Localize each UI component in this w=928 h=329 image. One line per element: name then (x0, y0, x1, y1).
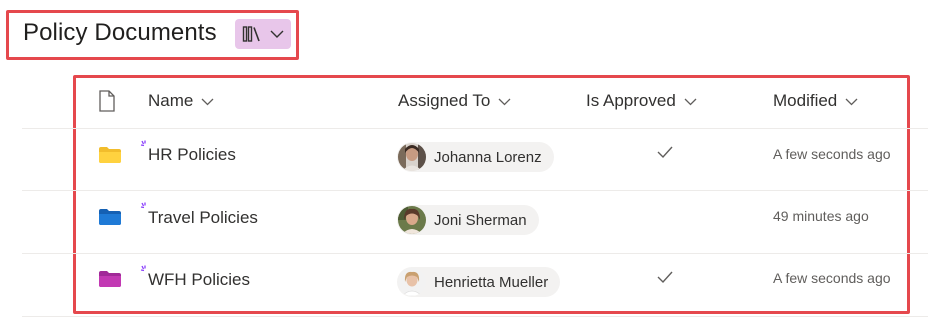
person-name: Henrietta Mueller (434, 273, 549, 291)
person-name: Johanna Lorenz (434, 148, 542, 166)
avatar (398, 143, 426, 171)
folder-icon (98, 146, 122, 169)
column-header-is-approved[interactable]: Is Approved (586, 91, 697, 111)
column-header-assigned-to[interactable]: Assigned To (398, 91, 511, 111)
avatar (398, 268, 426, 296)
chevron-down-icon (270, 29, 284, 39)
person-name: Joni Sherman (434, 211, 527, 229)
modified-date: A few seconds ago (773, 270, 891, 286)
table-row[interactable]: HR Policies Johanna Lorenz A few seconds… (22, 129, 928, 191)
column-header-is-approved-label: Is Approved (586, 91, 676, 110)
folder-icon (98, 208, 122, 231)
row-divider (22, 316, 928, 317)
column-header-modified[interactable]: Modified (773, 91, 858, 111)
column-header-assigned-to-label: Assigned To (398, 91, 491, 110)
item-name-link[interactable]: WFH Policies (148, 270, 250, 290)
avatar (398, 206, 426, 234)
chevron-down-icon (845, 91, 858, 111)
table-row[interactable]: Travel Policies Joni Sherman 49 minutes … (22, 191, 928, 253)
page-title: Policy Documents (23, 19, 217, 46)
modified-date: 49 minutes ago (773, 208, 869, 224)
chevron-down-icon (201, 91, 214, 111)
person-pill[interactable]: Henrietta Mueller (397, 267, 561, 297)
checkmark-icon (656, 270, 674, 289)
document-icon[interactable] (97, 90, 117, 117)
person-pill[interactable]: Joni Sherman (397, 205, 539, 235)
person-pill[interactable]: Johanna Lorenz (397, 142, 554, 172)
item-name-link[interactable]: Travel Policies (148, 208, 258, 228)
modified-date: A few seconds ago (773, 146, 891, 162)
chevron-down-icon (684, 91, 697, 111)
checkmark-icon (656, 145, 674, 164)
column-header-name-label: Name (148, 91, 194, 110)
table-row[interactable]: WFH Policies Henrietta Mueller A few sec… (22, 254, 928, 316)
view-switcher-button[interactable] (235, 19, 291, 49)
column-header-name[interactable]: Name (148, 91, 214, 111)
column-header-modified-label: Modified (773, 91, 838, 110)
document-library-page: Policy Documents Name Assigned To Is App… (0, 0, 928, 329)
library-view-icon (242, 25, 262, 43)
chevron-down-icon (498, 91, 511, 111)
folder-icon (98, 270, 122, 293)
item-name-link[interactable]: HR Policies (148, 145, 236, 165)
